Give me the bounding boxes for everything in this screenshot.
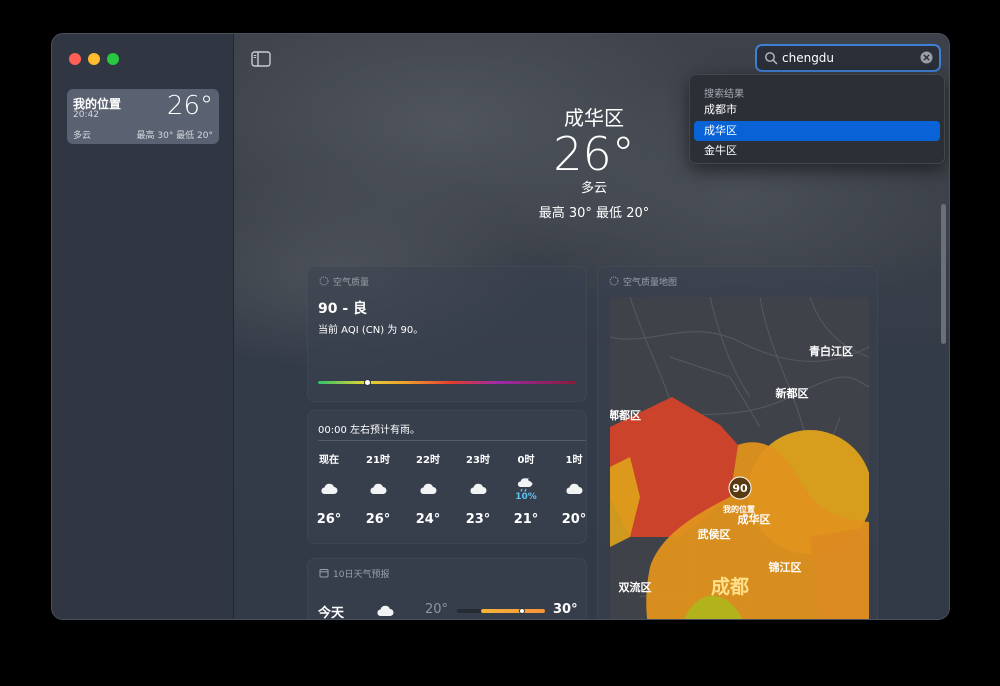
hour-temp: 20° [561, 512, 587, 527]
air-quality-icon [319, 276, 329, 286]
clear-search-icon[interactable] [920, 51, 933, 64]
forecast-title: 10日天气预报 [319, 567, 389, 580]
location-high-low: 最高 30° 最低 20° [136, 131, 214, 141]
aqi-value: 90 - 良 [318, 301, 368, 317]
search-results-dropdown: 搜索结果 成都市 成华区 金牛区 [689, 74, 945, 164]
hour-icon-wrap [554, 472, 594, 506]
location-card-my-location[interactable]: 我的位置 20:42 26° 多云 最高 30° 最低 20° [67, 89, 219, 144]
hour-temp: 26° [365, 512, 391, 527]
aq-map-title: 空气质量地图 [609, 275, 677, 288]
hour-label: 1时 [565, 455, 583, 466]
zoom-window-button[interactable] [107, 53, 119, 65]
hour-temp: 21° [513, 512, 539, 527]
hour-temp: 24° [415, 512, 441, 527]
calendar-icon [319, 569, 329, 578]
map-label: 锦江区 [769, 560, 802, 574]
minimize-window-button[interactable] [88, 53, 100, 65]
map-label: 双流区 [619, 580, 652, 594]
current-weather: 成华区 26° 多云 最高 30° 最低 20° [489, 102, 699, 221]
hour-icon-wrap: 10% [506, 472, 546, 506]
hourly-divider [318, 440, 586, 441]
hour-column: 21时 26° [358, 451, 398, 527]
search-icon [765, 52, 778, 65]
aq-map[interactable]: 青白江区新都区郫都区武侯区 成华区锦江区双流区 成都 我的位置 90 [610, 297, 869, 619]
hour-temp: 26° [316, 512, 342, 527]
weather-window: 我的位置 20:42 26° 多云 最高 30° 最低 20° 成华区 26° … [52, 34, 949, 619]
hour-label: 现在 [319, 455, 339, 466]
air-quality-map-card[interactable]: 空气质量地图 青白江区 新都区 郫都区 武侯区 成华区 锦江区 双流区 成都 我… [597, 266, 878, 619]
cloud-icon [420, 483, 437, 494]
search-result-item-selected[interactable]: 成华区 [694, 121, 940, 141]
cloud-icon [377, 605, 394, 616]
location-condition: 多云 [73, 131, 92, 141]
location-time: 20:42 [73, 110, 99, 120]
hour-label: 23时 [466, 455, 490, 466]
map-label: 成都 [711, 575, 749, 598]
map-label: 武侯区 [698, 527, 731, 541]
forecast-today-range-bar [457, 608, 545, 614]
hour-column: 22时 24° [408, 451, 448, 527]
aq-map-marker-value: 90 [732, 482, 748, 495]
map-label: 郫都区 [610, 408, 641, 422]
aqi-scale-bar [318, 381, 576, 384]
cloud-icon [321, 483, 338, 494]
hour-icon-wrap [358, 472, 398, 506]
ten-day-forecast-card[interactable]: 10日天气预报 今天 20° 30° [307, 558, 587, 619]
air-quality-title: 空气质量 [319, 275, 369, 288]
hour-label: 0时 [517, 455, 535, 466]
air-quality-card[interactable]: 空气质量 90 - 良 当前 AQI (CN) 为 90。 [307, 266, 587, 402]
forecast-range-fill [481, 609, 545, 613]
sidebar: 我的位置 20:42 26° 多云 最高 30° 最低 20° [52, 34, 234, 619]
hour-column: 23时 23° [458, 451, 498, 527]
cloud-icon [470, 483, 487, 494]
aqi-description: 当前 AQI (CN) 为 90。 [318, 325, 424, 336]
hero-high-low: 最高 30° 最低 20° [538, 206, 650, 221]
hourly-note: 00:00 左右预计有雨。 [318, 425, 420, 436]
map-label: 新都区 [776, 386, 809, 400]
search-results-header: 搜索结果 [704, 89, 744, 100]
hour-icon-wrap [458, 472, 498, 506]
map-label: 成华区 [738, 512, 771, 526]
hour-temp: 23° [465, 512, 491, 527]
air-quality-map-icon [609, 276, 619, 286]
forecast-today-high: 30° [553, 602, 578, 617]
main-content: 成华区 26° 多云 最高 30° 最低 20° 空气质量 90 - 良 当前 … [234, 34, 949, 619]
cloud-icon [370, 483, 387, 494]
hour-label: 21时 [366, 455, 390, 466]
search-result-item[interactable]: 金牛区 [694, 141, 940, 161]
search-result-item[interactable]: 成都市 [694, 100, 940, 120]
cloud-icon [566, 483, 583, 494]
hourly-forecast-card[interactable]: 00:00 左右预计有雨。 现在 26° 21时 26° 22时 24° 23时… [307, 410, 587, 544]
forecast-current-dot [519, 608, 525, 614]
hour-column: 1时 20° [554, 451, 594, 527]
hour-label: 22时 [416, 455, 440, 466]
hour-column: 现在 26° [309, 451, 349, 527]
scrollbar[interactable] [941, 204, 946, 344]
search-input[interactable] [782, 49, 912, 67]
hour-icon-wrap [408, 472, 448, 506]
hero-condition: 多云 [580, 181, 607, 196]
forecast-today-label: 今天 [318, 606, 345, 619]
aqi-indicator [363, 379, 371, 386]
close-window-button[interactable] [69, 53, 81, 65]
forecast-today-low: 20° [425, 602, 449, 617]
hour-column: 0时 10% 21° [506, 451, 546, 527]
location-temp: 26° [166, 91, 213, 121]
map-label: 我的位置 [723, 504, 755, 514]
rain-moon-icon [517, 478, 533, 492]
search-field[interactable] [755, 44, 941, 72]
sidebar-toggle-icon[interactable] [251, 51, 271, 67]
hour-precip: 10% [515, 492, 537, 502]
map-label: 青白江区 [809, 344, 853, 358]
hero-temp: 26° [553, 127, 635, 181]
hour-icon-wrap [309, 472, 349, 506]
